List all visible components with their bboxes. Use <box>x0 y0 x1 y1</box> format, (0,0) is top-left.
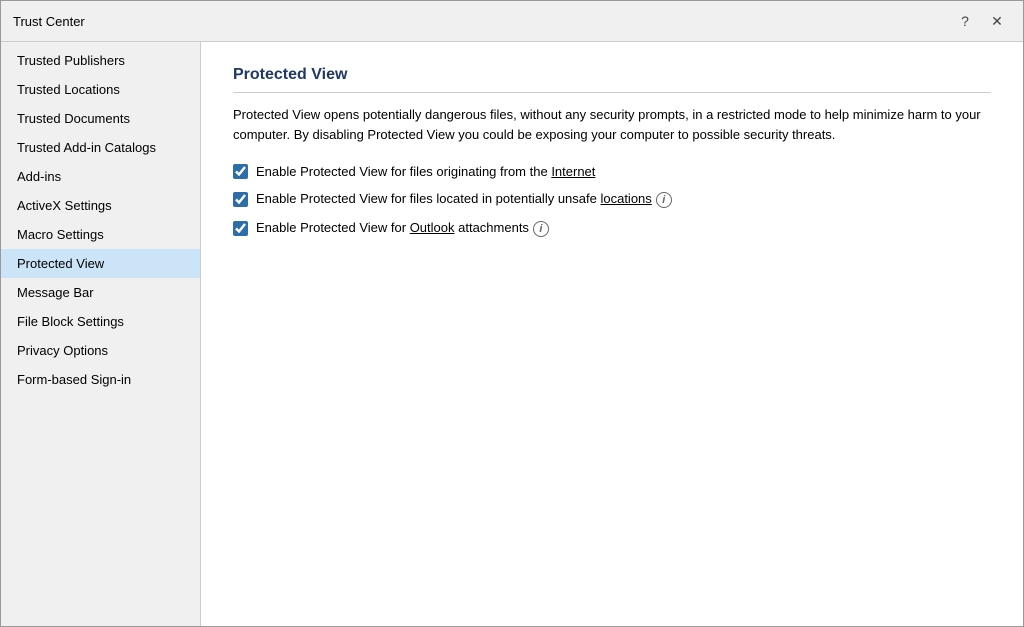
checkbox-label-cb-unsafe-locations: Enable Protected View for files located … <box>256 191 672 208</box>
sidebar-item-trusted-add-in-catalogs[interactable]: Trusted Add-in Catalogs <box>1 133 200 162</box>
dialog-body: Trusted PublishersTrusted LocationsTrust… <box>1 42 1023 626</box>
sidebar: Trusted PublishersTrusted LocationsTrust… <box>1 42 201 626</box>
checkbox-item-cb-outlook[interactable]: Enable Protected View for Outlook attach… <box>233 220 991 237</box>
sidebar-item-form-based-sign-in[interactable]: Form-based Sign-in <box>1 365 200 394</box>
info-icon-cb-outlook[interactable]: i <box>533 221 549 237</box>
section-title: Protected View <box>233 66 991 93</box>
checkbox-group: Enable Protected View for files originat… <box>233 164 991 237</box>
checkbox-item-cb-internet[interactable]: Enable Protected View for files originat… <box>233 164 991 179</box>
sidebar-item-trusted-documents[interactable]: Trusted Documents <box>1 104 200 133</box>
checkbox-cb-outlook[interactable] <box>233 221 248 236</box>
sidebar-item-trusted-publishers[interactable]: Trusted Publishers <box>1 46 200 75</box>
checkbox-cb-unsafe-locations[interactable] <box>233 192 248 207</box>
title-bar: Trust Center ? ✕ <box>1 1 1023 42</box>
trust-center-dialog: Trust Center ? ✕ Trusted PublishersTrust… <box>0 0 1024 627</box>
window-title: Trust Center <box>13 14 85 29</box>
main-content: Protected View Protected View opens pote… <box>201 42 1023 626</box>
sidebar-item-trusted-locations[interactable]: Trusted Locations <box>1 75 200 104</box>
sidebar-item-add-ins[interactable]: Add-ins <box>1 162 200 191</box>
checkbox-label-cb-outlook: Enable Protected View for Outlook attach… <box>256 220 549 237</box>
title-bar-controls: ? ✕ <box>951 9 1011 33</box>
sidebar-item-protected-view[interactable]: Protected View <box>1 249 200 278</box>
info-icon-cb-unsafe-locations[interactable]: i <box>656 192 672 208</box>
sidebar-item-macro-settings[interactable]: Macro Settings <box>1 220 200 249</box>
title-bar-left: Trust Center <box>13 14 85 29</box>
sidebar-item-activex-settings[interactable]: ActiveX Settings <box>1 191 200 220</box>
help-button[interactable]: ? <box>951 9 979 33</box>
checkbox-cb-internet[interactable] <box>233 164 248 179</box>
description-text: Protected View opens potentially dangero… <box>233 105 991 144</box>
checkbox-label-cb-internet: Enable Protected View for files originat… <box>256 164 595 179</box>
close-button[interactable]: ✕ <box>983 9 1011 33</box>
checkbox-item-cb-unsafe-locations[interactable]: Enable Protected View for files located … <box>233 191 991 208</box>
sidebar-item-privacy-options[interactable]: Privacy Options <box>1 336 200 365</box>
sidebar-item-file-block-settings[interactable]: File Block Settings <box>1 307 200 336</box>
sidebar-item-message-bar[interactable]: Message Bar <box>1 278 200 307</box>
